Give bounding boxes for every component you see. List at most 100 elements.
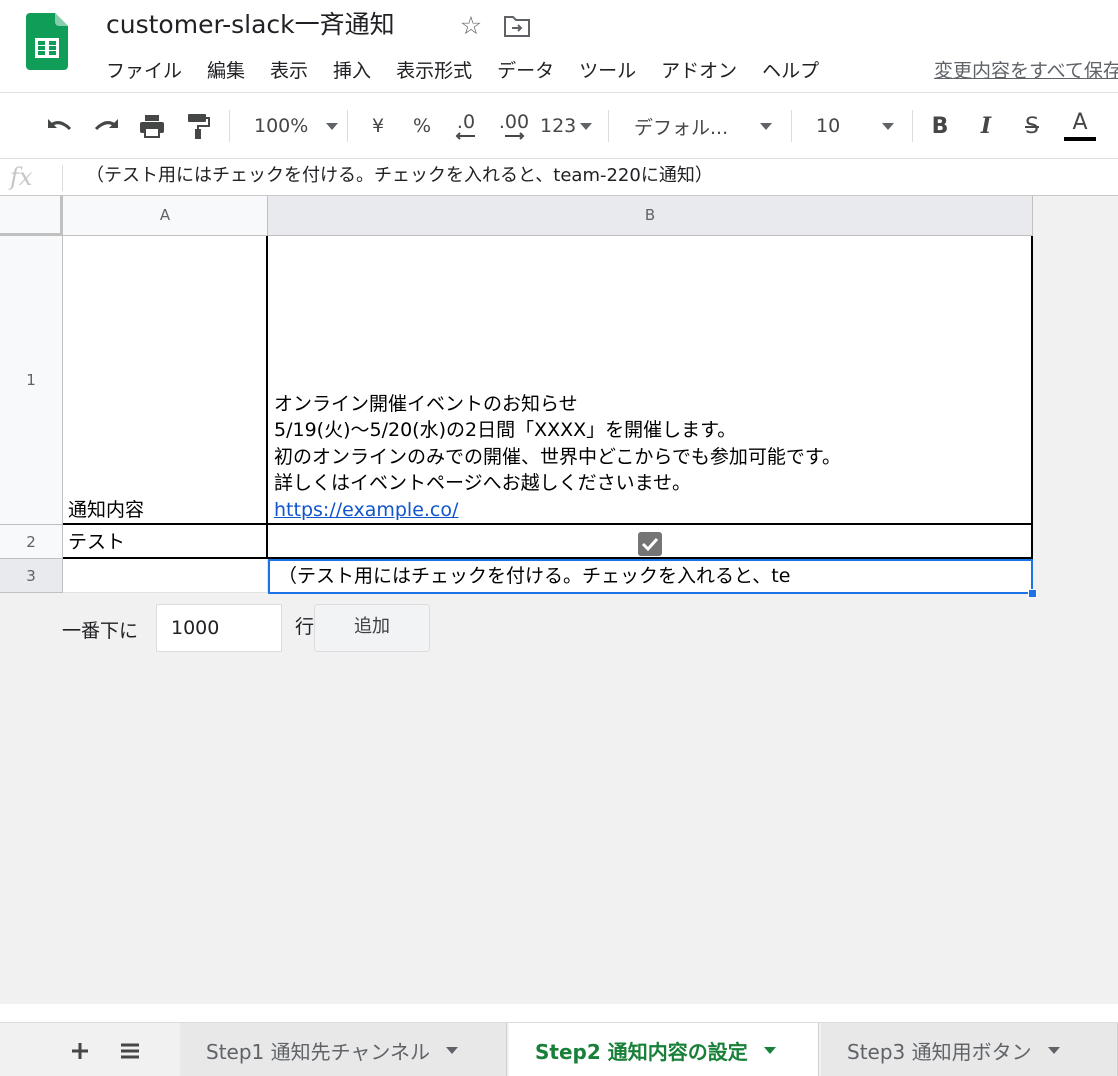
sheet-tab-label: Step1 通知先チャンネル [206,1039,431,1064]
save-status-link[interactable]: 変更内容をすべて保存しました [934,56,1118,86]
redo-button[interactable] [90,93,122,159]
formula-input[interactable]: （テスト用にはチェックを付ける。チェックを入れると、team-220に通知） [86,159,713,195]
add-rows-button[interactable]: 追加 [314,604,430,652]
paint-format-button[interactable] [182,93,214,159]
number-format-select[interactable]: 123 [540,93,596,159]
font-family-value: デフォル... [634,116,729,139]
toolbar-separator [229,110,230,142]
document-title[interactable]: customer-slack一斉通知 [106,8,395,42]
menu-insert[interactable]: 挿入 [333,56,371,86]
strikethrough-icon: S [1025,113,1039,139]
sheet-tab-step3[interactable]: Step3 通知用ボタン [821,1023,1118,1076]
plus-icon[interactable] [66,1037,94,1065]
add-rows-suffix: 行 [295,616,315,638]
cell-b1-content: オンライン開催イベントのお知らせ 5/19(火)〜5/20(水)の2日間「XXX… [274,391,841,524]
notice-line: 初のオンラインのみでの開催、世界中どこからでも参加可能です。 [274,445,841,468]
notice-line: 詳しくはイベントページへお越しくださいませ。 [274,472,692,494]
arrow-right-icon [505,132,525,140]
zoom-select[interactable]: 100% [246,93,342,159]
select-all-corner[interactable] [0,196,63,236]
decrease-decimal-button[interactable]: .0 [448,93,484,159]
menu-file[interactable]: ファイル [106,56,182,86]
sheet-tab-label: Step2 通知内容の設定 [535,1039,748,1064]
redo-icon [94,119,118,131]
header: customer-slack一斉通知 ☆ ファイル 編集 表示 挿入 表示形式 … [0,0,1118,92]
spreadsheet-grid: A B 1 2 3 通知内容 オンライン開催イベントのお知らせ 5/19(火)〜… [0,196,1118,1004]
checkbox-checked-icon[interactable] [637,531,663,557]
percent-label: % [412,115,432,137]
cell-a3[interactable] [63,559,268,593]
function-icon: fx [10,163,33,191]
menu-bar: ファイル 編集 表示 挿入 表示形式 データ ツール アドオン ヘルプ [106,56,844,86]
paint-format-icon [188,114,210,139]
row-header-2[interactable]: 2 [0,525,63,559]
add-rows-prefix: 一番下に [62,620,139,642]
cell-a1[interactable]: 通知内容 [63,236,268,525]
menu-data[interactable]: データ [497,56,554,86]
undo-icon [48,119,72,131]
bold-icon: B [931,113,949,139]
print-button[interactable] [136,93,168,159]
toolbar: 100% ¥ % .0 .00 123 デフォル... 10 B I S A [0,92,1118,158]
fill-handle[interactable] [1028,589,1037,598]
chevron-down-icon [760,122,772,130]
notice-title: オンライン開催イベントのお知らせ [274,392,578,415]
move-to-folder-icon[interactable] [503,13,531,39]
arrow-left-icon [455,132,475,140]
increase-decimal-button[interactable]: .00 [494,93,534,159]
chevron-down-icon[interactable] [1047,1046,1060,1054]
cell-b1[interactable]: オンライン開催イベントのお知らせ 5/19(火)〜5/20(水)の2日間「XXX… [268,236,1033,525]
column-header-b[interactable]: B [268,196,1033,236]
increase-decimal-label: .00 [498,111,530,133]
menu-view[interactable]: 表示 [270,56,308,86]
toolbar-separator [347,110,348,142]
chevron-down-icon [882,122,894,130]
menu-edit[interactable]: 編集 [207,56,245,86]
sheet-tab-step1[interactable]: Step1 通知先チャンネル [180,1023,507,1076]
font-size-select[interactable]: 10 [808,93,900,159]
strikethrough-button[interactable]: S [1018,93,1046,159]
sheet-tab-step2[interactable]: Step2 通知内容の設定 [509,1023,819,1076]
row-header-1[interactable]: 1 [0,236,63,525]
sheet-tabs-bar: Step1 通知先チャンネル Step2 通知内容の設定 Step3 通知用ボタ… [0,1022,1118,1076]
currency-label: ¥ [371,115,385,137]
horizontal-scroll-gutter[interactable] [0,1004,1118,1022]
list-icon[interactable] [116,1037,144,1065]
text-color-icon: A [1072,110,1088,135]
add-rows-count-input[interactable]: 1000 [156,604,282,652]
number-format-label: 123 [540,115,577,137]
row-number: 2 [26,532,36,551]
toolbar-separator [912,110,913,142]
text-color-bar [1064,137,1096,141]
currency-format-button[interactable]: ¥ [364,93,392,159]
undo-button[interactable] [44,93,76,159]
font-size-value: 10 [816,115,841,137]
bold-button[interactable]: B [926,93,954,159]
cell-b2[interactable] [268,525,1033,559]
event-page-link[interactable]: https://example.co/ [274,497,841,524]
toolbar-separator [791,110,792,142]
row-header-3[interactable]: 3 [0,559,63,593]
chevron-down-icon[interactable] [763,1046,776,1054]
zoom-value: 100% [254,115,309,137]
cell-b3-text: （テスト用にはチェックを付ける。チェックを入れると、te [278,565,791,587]
menu-format[interactable]: 表示形式 [396,56,472,86]
google-sheets-logo-icon[interactable] [26,13,68,70]
formula-bar: fx （テスト用にはチェックを付ける。チェックを入れると、team-220に通知… [0,158,1118,196]
menu-help[interactable]: ヘルプ [762,56,819,86]
percent-format-button[interactable]: % [408,93,436,159]
chevron-down-icon [580,122,593,130]
italic-button[interactable]: I [972,93,1000,159]
sheet-tab-label: Step3 通知用ボタン [847,1039,1032,1064]
font-family-select[interactable]: デフォル... [626,93,778,159]
menu-addons[interactable]: アドオン [661,56,737,86]
notice-line: 5/19(火)〜5/20(水)の2日間「XXXX」を開催します。 [274,419,737,441]
cell-b3[interactable]: （テスト用にはチェックを付ける。チェックを入れると、te [268,559,1033,593]
star-icon[interactable]: ☆ [456,11,486,41]
row-number: 3 [26,566,36,585]
menu-tools[interactable]: ツール [579,56,636,86]
column-header-a[interactable]: A [63,196,268,236]
cell-a2[interactable]: テスト [63,525,268,559]
text-color-button[interactable]: A [1062,93,1098,159]
chevron-down-icon[interactable] [446,1046,459,1054]
